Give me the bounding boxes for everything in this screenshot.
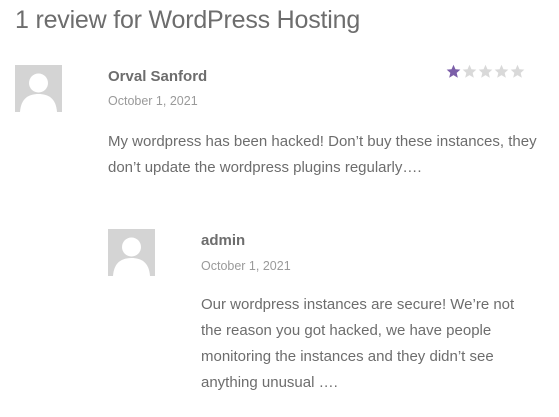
review-author: Orval Sanford [108, 68, 208, 85]
reply-avatar-icon [108, 229, 155, 276]
star-empty-icon [462, 64, 477, 78]
review-date: October 1, 2021 [108, 94, 198, 108]
reply-author: admin [201, 232, 246, 249]
star-empty-icon [510, 64, 525, 78]
star-rating [446, 64, 525, 80]
reviews-title: 1 review for WordPress Hosting [15, 6, 361, 34]
reply-text: Our wordpress instances are secure! We’r… [201, 296, 515, 391]
review-text: My wordpress has been hacked! Don’t buy … [108, 133, 537, 176]
star-filled-icon [446, 64, 461, 78]
star-empty-icon [494, 64, 509, 78]
star-empty-icon [478, 64, 493, 78]
reviews-section: 1 review for WordPress Hosting Orval San… [0, 0, 559, 417]
reviewer-avatar-icon [15, 65, 62, 112]
reply-date: October 1, 2021 [201, 259, 291, 273]
